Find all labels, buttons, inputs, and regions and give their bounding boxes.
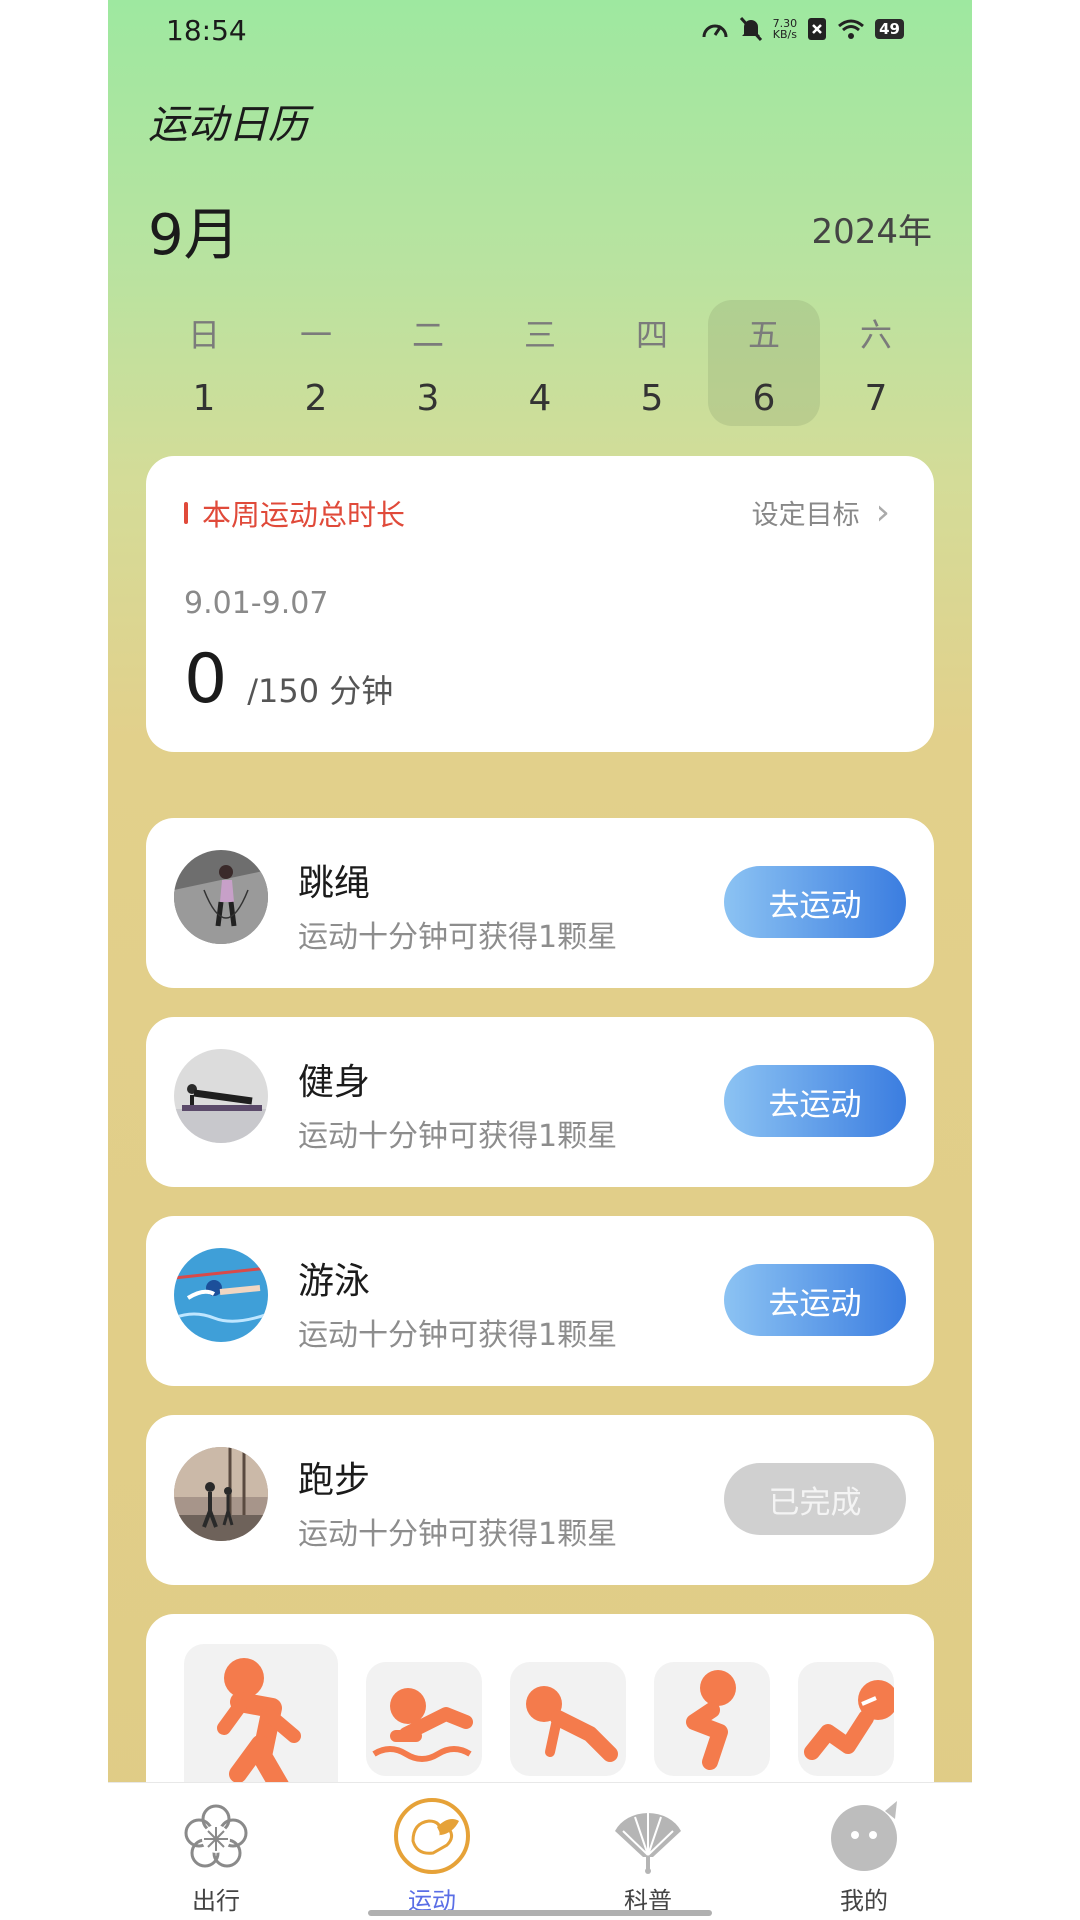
weekly-summary-card: 本周运动总时长 设定目标 › 9.01-9.07 0 /150 分钟 (146, 456, 934, 752)
start-exercise-button[interactable]: 去运动 (724, 866, 906, 938)
sim-icon (808, 18, 827, 40)
start-exercise-button[interactable]: 去运动 (724, 1264, 906, 1336)
swimming-photo (174, 1248, 268, 1342)
net-speed: 7.30 KB/s (772, 17, 798, 41)
year-label: 2024年 (811, 212, 932, 252)
set-goal-link[interactable]: 设定目标 › (752, 492, 890, 533)
situp-icon[interactable] (798, 1662, 894, 1776)
fitness-photo (174, 1049, 268, 1143)
date-range: 9.01-9.07 (184, 586, 329, 621)
accent-bar (184, 502, 188, 524)
summary-title: 本周运动总时长 (202, 498, 406, 532)
tab-science[interactable]: 科普 (588, 1797, 708, 1916)
profile-face-icon (831, 1801, 897, 1871)
activity-card: 跳绳 运动十分钟可获得1颗星 去运动 (146, 818, 934, 988)
activity-name: 健身 (298, 1062, 371, 1103)
tab-sport[interactable]: 运动 (372, 1797, 492, 1916)
speedometer-icon (702, 24, 728, 38)
start-exercise-button[interactable]: 去运动 (724, 1065, 906, 1137)
tab-profile[interactable]: 我的 (804, 1797, 924, 1916)
activity-desc: 运动十分钟可获得1颗星 (298, 1119, 618, 1154)
chevron-right-icon: › (875, 492, 890, 533)
bottom-tab-bar: 出行 运动 科普 我的 (108, 1782, 972, 1920)
mute-bell-icon (739, 16, 762, 42)
calendar-day[interactable]: 日1 (148, 300, 260, 426)
jump-rope-photo (174, 850, 268, 944)
home-indicator[interactable] (368, 1910, 712, 1916)
calendar-day[interactable]: 六7 (820, 300, 932, 426)
calendar-day[interactable]: 二3 (372, 300, 484, 426)
tab-travel[interactable]: 出行 (156, 1797, 276, 1916)
status-bar: 18:54 7.30 KB/s 49 (108, 14, 972, 54)
calendar-day[interactable]: 三4 (484, 300, 596, 426)
swimming-icon[interactable] (366, 1662, 482, 1776)
activity-card: 跑步 运动十分钟可获得1颗星 已完成 (146, 1415, 934, 1585)
month-label: 9月 (148, 203, 240, 268)
page-title: 运动日历 (148, 102, 308, 148)
week-calendar: 日1 一2 二3 三4 四5 五6 六7 (148, 300, 932, 426)
fan-icon (615, 1811, 681, 1874)
activity-name: 游泳 (298, 1261, 371, 1302)
wifi-icon (838, 19, 865, 39)
activity-desc: 运动十分钟可获得1颗星 (298, 1318, 618, 1353)
flower-icon (184, 1804, 248, 1868)
battery-indicator: 49 (875, 19, 904, 39)
activity-card: 游泳 运动十分钟可获得1颗星 去运动 (146, 1216, 934, 1386)
activity-name: 跳绳 (298, 863, 371, 904)
activity-desc: 运动十分钟可获得1颗星 (298, 1517, 618, 1552)
sport-icon (394, 1798, 470, 1874)
activity-desc: 运动十分钟可获得1颗星 (298, 920, 618, 955)
completed-button[interactable]: 已完成 (724, 1463, 906, 1535)
activity-name: 跑步 (298, 1460, 371, 1501)
pushup-icon[interactable] (510, 1662, 626, 1776)
target-minutes: /150 分钟 (247, 672, 394, 710)
app-screen: 18:54 7.30 KB/s 49 运动日历 9月 2024年 日1 一2 二3… (108, 0, 972, 1920)
calendar-day-selected[interactable]: 五6 (708, 300, 820, 426)
activity-card: 健身 运动十分钟可获得1颗星 去运动 (146, 1017, 934, 1187)
calendar-day[interactable]: 四5 (596, 300, 708, 426)
running-photo (174, 1447, 268, 1541)
total-minutes: 0 (184, 640, 228, 719)
calendar-day[interactable]: 一2 (260, 300, 372, 426)
status-time: 18:54 (166, 14, 247, 47)
squat-icon[interactable] (654, 1662, 770, 1776)
